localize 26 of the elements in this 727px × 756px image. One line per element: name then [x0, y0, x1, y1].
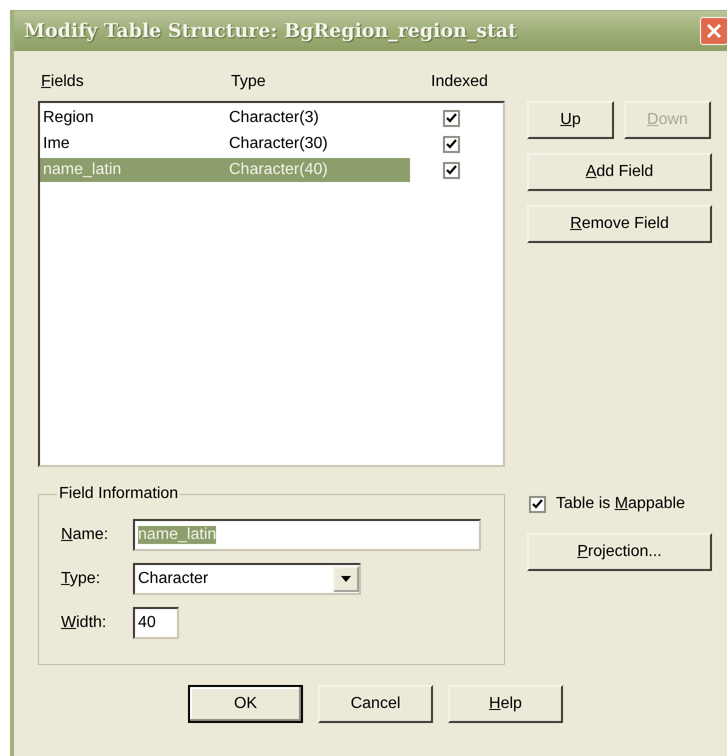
column-header: Type	[231, 73, 267, 92]
field-row[interactable]: Region Character(3)	[40, 106, 410, 130]
dialog-button[interactable]: OK	[188, 685, 303, 723]
dropdown-arrow-icon	[341, 576, 351, 582]
field-label: Name:	[61, 526, 110, 544]
group-title: Field Information	[58, 485, 180, 503]
indexed-checkbox[interactable]	[443, 162, 460, 178]
type-dropdown[interactable]: Character	[133, 563, 361, 595]
column-header: Fields	[40, 73, 85, 92]
projection-button[interactable]: Projection...	[527, 533, 712, 571]
column-header: Indexed	[431, 73, 488, 92]
close-button[interactable]	[700, 17, 727, 45]
indexed-checkbox[interactable]	[443, 136, 460, 152]
side-button[interactable]: Add Field	[527, 153, 712, 191]
field-label: Width:	[61, 614, 108, 632]
indexed-checkbox[interactable]	[443, 110, 460, 126]
dialog-button[interactable]: Cancel	[318, 685, 433, 723]
field-row[interactable]: Ime Character(30)	[40, 132, 410, 156]
checkbox-label: Table is Mappable	[556, 495, 685, 513]
dialog-button[interactable]: Help	[448, 685, 563, 723]
side-button[interactable]: Up	[527, 101, 614, 139]
width-field[interactable]: 40	[133, 607, 179, 639]
window-title: Modify Table Structure: BgRegion_region_stat	[24, 20, 517, 42]
side-button[interactable]: Remove Field	[527, 205, 712, 243]
field-label: Type:	[61, 570, 102, 588]
mappable-checkbox[interactable]	[529, 496, 546, 512]
